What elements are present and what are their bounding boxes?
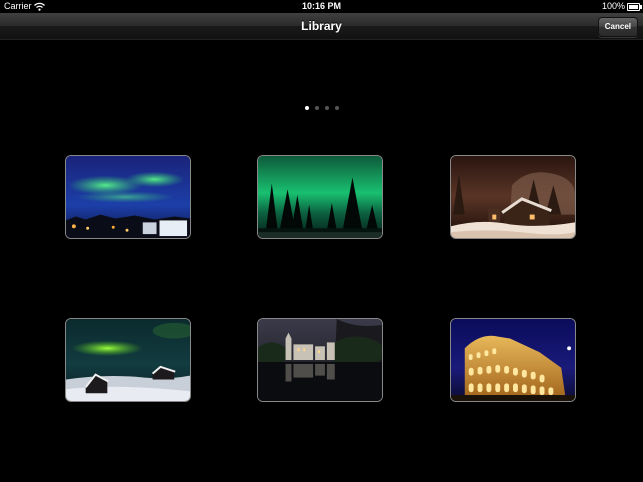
aurora-huts-image bbox=[66, 319, 190, 401]
clock: 10:16 PM bbox=[301, 1, 342, 11]
photo-thumbnail-2[interactable] bbox=[257, 155, 383, 239]
battery-percentage: 100% bbox=[601, 1, 625, 11]
colosseum-image bbox=[451, 319, 575, 401]
page-control[interactable] bbox=[0, 97, 643, 110]
aurora-town-image bbox=[66, 156, 190, 238]
cancel-button[interactable]: Cancel bbox=[597, 17, 638, 37]
photo-thumbnail-6[interactable] bbox=[450, 318, 576, 402]
photo-thumbnail-5[interactable] bbox=[257, 318, 383, 402]
snowy-cabin-image bbox=[451, 156, 575, 238]
photo-thumbnail-3[interactable] bbox=[450, 155, 576, 239]
photo-thumbnail-1[interactable] bbox=[65, 155, 191, 239]
page-title: Library bbox=[301, 19, 342, 33]
page-dot-3[interactable] bbox=[324, 106, 329, 110]
page-dot-1[interactable] bbox=[304, 106, 309, 110]
status-bar: Carrier 10:16 PM 100% bbox=[0, 0, 643, 13]
navigation-bar: Library Cancel bbox=[0, 13, 643, 40]
battery-icon bbox=[627, 3, 642, 11]
page-dot-2[interactable] bbox=[314, 106, 319, 110]
castle-reflection-image bbox=[258, 319, 382, 401]
page-dot-4[interactable] bbox=[334, 106, 339, 110]
aurora-pines-image bbox=[258, 156, 382, 238]
photo-thumbnail-4[interactable] bbox=[65, 318, 191, 402]
